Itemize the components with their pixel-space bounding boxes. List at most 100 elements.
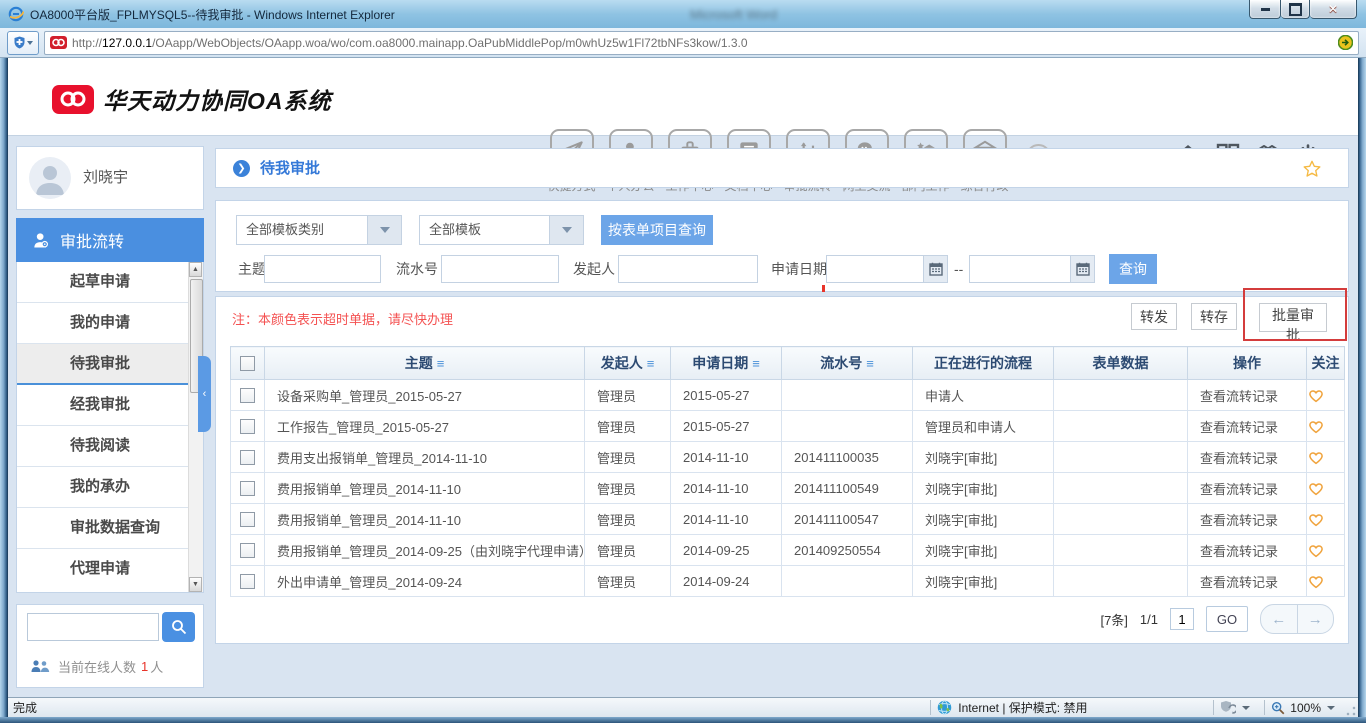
scroll-up-icon[interactable]: ▲ — [189, 262, 202, 277]
next-page-icon[interactable]: → — [1298, 605, 1334, 633]
cell-subject[interactable]: 工作报告_管理员_2015-05-27 — [264, 410, 585, 442]
zone-text: Internet | 保护模式: 禁用 — [958, 701, 1088, 715]
row-checkbox[interactable] — [240, 388, 255, 404]
sidebar-collapse-tab[interactable]: ‹ — [198, 356, 211, 432]
select-all-checkbox[interactable] — [230, 346, 265, 380]
maximize-button[interactable] — [1281, 0, 1310, 19]
shield-plus-icon — [14, 36, 24, 49]
approval-table: 主题 ≡ 发起人 ≡ 申请日期 ≡ 流水号 ≡ 正在进行的流程 表单数据 操作 关注 设… — [230, 346, 1345, 597]
cell-subject[interactable]: 费用报销单_管理员_2014-11-10 — [264, 503, 585, 535]
table-row: 外出申请单_管理员_2014-09-24 管理员 2014-09-24 刘晓宇[… — [230, 565, 1345, 597]
prev-page-icon[interactable]: ← — [1261, 605, 1298, 633]
follow-heart-icon[interactable] — [1306, 379, 1345, 411]
go-button[interactable]: GO — [1206, 606, 1248, 632]
online-count-row: 当前在线人数 1 人 — [31, 657, 163, 676]
scroll-down-icon[interactable]: ▼ — [189, 577, 202, 592]
template-dropdown[interactable]: 全部模板 — [419, 215, 584, 245]
follow-heart-icon[interactable] — [1306, 503, 1345, 535]
close-icon: ✕ — [1327, 2, 1339, 16]
row-checkbox[interactable] — [240, 574, 255, 590]
sidebar-item-my-requests[interactable]: 我的申请 — [17, 303, 203, 344]
serial-input[interactable] — [441, 255, 559, 283]
page-nav: ← → — [1260, 604, 1334, 634]
sidebar-item-approved-by-me[interactable]: 经我审批 — [17, 385, 203, 426]
search-input[interactable] — [27, 613, 159, 641]
background-window-title: Microsoft Word — [690, 7, 778, 22]
col-serial[interactable]: 流水号 ≡ — [781, 346, 913, 380]
sidebar-section-approval-flow[interactable]: 审批流转 — [16, 218, 204, 262]
url-field[interactable]: http://127.0.0.1/OAapp/WebObjects/OAapp.… — [44, 30, 1359, 55]
zoom-segment[interactable]: 100% — [1271, 698, 1343, 717]
sidebar-item-proxy-request[interactable]: 代理申请 — [17, 549, 203, 589]
status-bar: 完成 Internet | 保护模式: 禁用 100% — [8, 697, 1358, 717]
date-range-separator: -- — [954, 261, 964, 277]
shield-refresh-icon — [1221, 701, 1237, 714]
col-date[interactable]: 申请日期 ≡ — [670, 346, 782, 380]
user-card: 刘晓宇 — [16, 146, 204, 210]
row-checkbox[interactable] — [240, 481, 255, 497]
sidebar-item-draft-request[interactable]: 起草申请 — [17, 262, 203, 303]
cell-subject[interactable]: 费用报销单_管理员_2014-09-25（由刘晓宇代理申请） — [264, 534, 585, 566]
sidebar-search-panel: 当前在线人数 1 人 — [16, 604, 204, 688]
form-item-query-button[interactable]: 按表单项目查询 — [601, 215, 713, 245]
row-checkbox[interactable] — [240, 450, 255, 466]
page-indicator: 1/1 — [1139, 611, 1158, 627]
sidebar-item-pending-my-approval[interactable]: 待我审批 — [17, 344, 203, 385]
minimize-button[interactable] — [1249, 0, 1281, 19]
sidebar-item-pending-my-reading[interactable]: 待我阅读 — [17, 426, 203, 467]
view-flow-record-link[interactable]: 查看流转记录 — [1187, 534, 1307, 566]
page-input[interactable] — [1170, 608, 1194, 630]
window-titlebar: OA8000平台版_FPLMYSQL5--待我审批 - Windows Inte… — [0, 0, 1366, 29]
col-initiator[interactable]: 发起人 ≡ — [584, 346, 671, 380]
maximize-icon — [1288, 2, 1302, 16]
sidebar-item-approval-data-query[interactable]: 审批数据查询 — [17, 508, 203, 549]
calendar-icon[interactable] — [924, 255, 948, 283]
status-text: 完成 — [13, 701, 38, 715]
go-refresh-icon[interactable] — [1338, 35, 1353, 50]
query-button[interactable]: 查询 — [1109, 254, 1157, 284]
row-checkbox[interactable] — [240, 512, 255, 528]
calendar-icon[interactable] — [1071, 255, 1095, 283]
initiator-input[interactable] — [618, 255, 758, 283]
serial-label: 流水号 — [396, 261, 438, 277]
col-flow: 正在进行的流程 — [912, 346, 1054, 380]
cell-subject[interactable]: 费用报销单_管理员_2014-11-10 — [264, 472, 585, 504]
subject-input[interactable] — [264, 255, 381, 283]
follow-heart-icon[interactable] — [1306, 410, 1345, 442]
view-flow-record-link[interactable]: 查看流转记录 — [1187, 472, 1307, 504]
follow-heart-icon[interactable] — [1306, 472, 1345, 504]
table-row: 费用报销单_管理员_2014-11-10 管理员 2014-11-10 2014… — [230, 472, 1345, 504]
col-form-data: 表单数据 — [1053, 346, 1188, 380]
protected-mode-segment[interactable] — [1220, 698, 1258, 717]
red-annotation-rectangle — [1243, 288, 1347, 341]
cell-subject[interactable]: 外出申请单_管理员_2014-09-24 — [264, 565, 585, 597]
cell-subject[interactable]: 费用支出报销单_管理员_2014-11-10 — [264, 441, 585, 473]
view-flow-record-link[interactable]: 查看流转记录 — [1187, 503, 1307, 535]
sidebar-item-my-undertaking[interactable]: 我的承办 — [17, 467, 203, 508]
list-panel: 注：本颜色表示超时单据，请尽快办理 转发 转存 批量审批 主题 ≡ 发起人 ≡ 申请… — [215, 296, 1349, 644]
date-from-input[interactable] — [826, 255, 924, 283]
template-category-dropdown[interactable]: 全部模板类别 — [236, 215, 402, 245]
pagination: [7条] 1/1 GO ← → — [1100, 604, 1334, 634]
col-subject[interactable]: 主题 ≡ — [264, 346, 585, 380]
resize-grip[interactable] — [1345, 704, 1357, 717]
row-checkbox[interactable] — [240, 543, 255, 559]
row-checkbox[interactable] — [240, 419, 255, 435]
search-icon — [171, 620, 186, 635]
search-button[interactable] — [162, 612, 195, 642]
view-flow-record-link[interactable]: 查看流转记录 — [1187, 379, 1307, 411]
close-button[interactable]: ✕ — [1310, 0, 1357, 19]
save-as-button[interactable]: 转存 — [1191, 303, 1237, 330]
view-flow-record-link[interactable]: 查看流转记录 — [1187, 565, 1307, 597]
cell-subject[interactable]: 设备采购单_管理员_2015-05-27 — [264, 379, 585, 411]
forward-button[interactable]: 转发 — [1131, 303, 1177, 330]
date-to-input[interactable] — [969, 255, 1071, 283]
follow-heart-icon[interactable] — [1306, 441, 1345, 473]
view-flow-record-link[interactable]: 查看流转记录 — [1187, 410, 1307, 442]
red-tick-mark — [822, 285, 825, 292]
favorite-star-icon[interactable] — [1302, 159, 1322, 179]
follow-heart-icon[interactable] — [1306, 565, 1345, 597]
view-flow-record-link[interactable]: 查看流转记录 — [1187, 441, 1307, 473]
add-shield-button[interactable] — [7, 30, 39, 55]
follow-heart-icon[interactable] — [1306, 534, 1345, 566]
